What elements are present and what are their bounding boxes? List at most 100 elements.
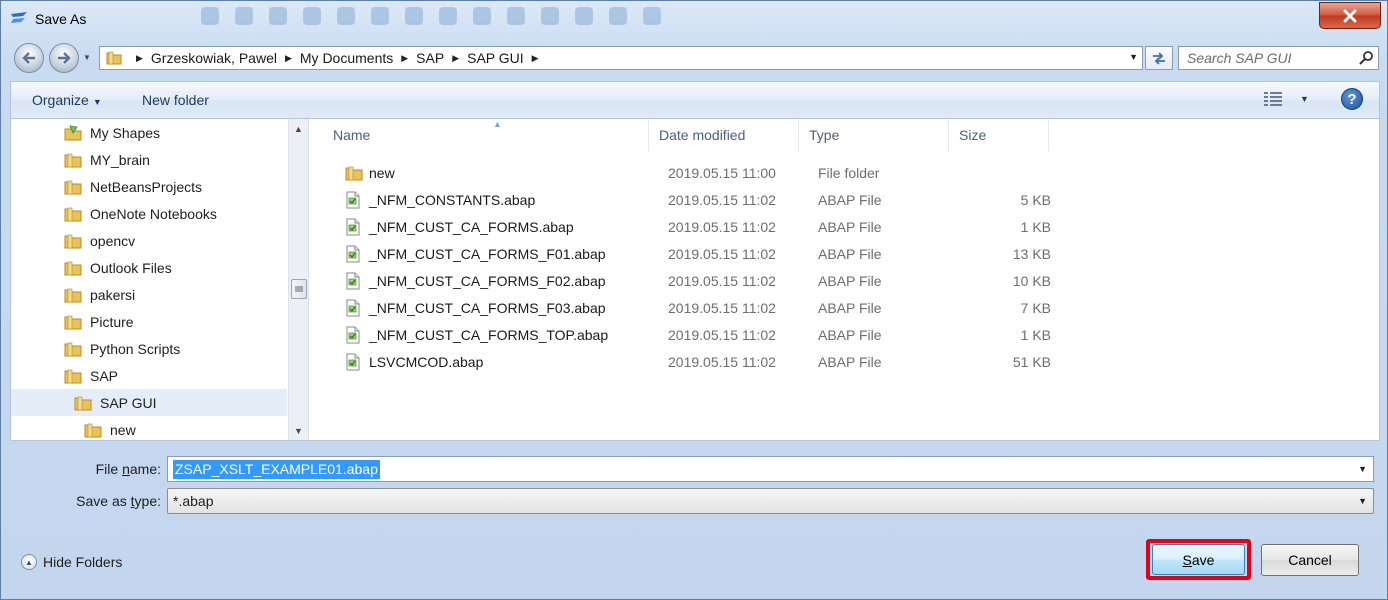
chevron-up-icon: ▲ <box>21 554 37 570</box>
nav-tree-item[interactable]: SAP GUI <box>11 389 287 416</box>
details-view-icon <box>1264 92 1282 106</box>
save-button[interactable]: Save <box>1152 544 1245 575</box>
folder-icon <box>64 288 82 302</box>
save-as-type-label: Save as type: <box>76 493 161 509</box>
folder-icon <box>64 234 82 248</box>
organize-button[interactable]: Organize ▼ <box>32 92 102 108</box>
search-box[interactable] <box>1178 46 1379 70</box>
address-dropdown-icon[interactable]: ▼ <box>1129 52 1138 62</box>
nav-tree-item[interactable]: NetBeansProjects <box>11 173 287 200</box>
scroll-down-icon[interactable]: ▼ <box>294 426 303 436</box>
breadcrumb-item[interactable]: Grzeskowiak, Pawel ▶ <box>151 50 300 66</box>
nav-tree-item[interactable]: OneNote Notebooks <box>11 200 287 227</box>
file-date: 2019.05.15 11:02 <box>668 192 776 208</box>
save-as-type-dropdown-icon[interactable]: ▼ <box>1358 496 1367 506</box>
nav-tree-label: pakersi <box>90 286 136 303</box>
back-button[interactable] <box>14 43 44 73</box>
address-bar[interactable]: ▶ Grzeskowiak, Pawel ▶ My Documents ▶ SAP ▶… <box>99 46 1143 70</box>
breadcrumb-item[interactable]: SAP ▶ <box>416 50 467 66</box>
abap-file-icon <box>346 191 360 209</box>
view-options-chevron-icon: ▼ <box>1300 94 1309 104</box>
abap-file-icon <box>346 299 360 317</box>
breadcrumb-chevron-icon[interactable]: ▶ <box>136 53 143 64</box>
nav-tree-label: Python Scripts <box>90 340 181 357</box>
close-button[interactable] <box>1319 2 1381 29</box>
folder-icon <box>64 369 82 383</box>
file-type: ABAP File <box>818 246 882 262</box>
nav-tree-item[interactable]: opencv <box>11 227 287 254</box>
nav-tree-item[interactable]: Python Scripts <box>11 335 287 362</box>
close-icon <box>1343 9 1357 22</box>
sort-ascending-icon: ▲ <box>493 119 502 129</box>
scroll-up-icon[interactable]: ▲ <box>294 124 303 134</box>
grip-icon <box>295 286 303 292</box>
file-row[interactable]: _NFM_CUST_CA_FORMS_F02.abap 2019.05.15 11… <box>333 268 1053 295</box>
nav-tree-label: NetBeansProjects <box>90 178 203 195</box>
file-row[interactable]: _NFM_CONSTANTS.abap 2019.05.15 11:02 ABAP … <box>333 187 1053 214</box>
nav-tree-label: SAP GUI <box>100 394 157 411</box>
column-header-date[interactable]: Date modified <box>649 119 799 151</box>
folder-icon <box>106 51 122 65</box>
background-toolbar <box>201 7 661 33</box>
file-row[interactable]: new 2019.05.15 11:00 File folder <box>333 160 1053 187</box>
nav-tree-item[interactable]: new <box>11 416 287 440</box>
cancel-button[interactable]: Cancel <box>1261 544 1359 576</box>
hide-folders-toggle[interactable]: ▲ Hide Folders <box>21 554 122 570</box>
file-type: ABAP File <box>818 300 882 316</box>
column-header-name[interactable]: Name <box>323 119 649 151</box>
scroll-thumb[interactable] <box>291 279 307 299</box>
file-type: ABAP File <box>818 273 882 289</box>
new-folder-button[interactable]: New folder <box>142 92 209 108</box>
nav-tree-label: OneNote Notebooks <box>90 205 217 222</box>
forward-button[interactable] <box>49 43 79 73</box>
file-list: Name ▲ Date modified Type Size new 2019.0… <box>323 119 1381 440</box>
nav-scrollbar[interactable]: ▲ ▼ <box>288 119 308 440</box>
change-view-button[interactable]: ▼ <box>1264 91 1309 107</box>
file-name: _NFM_CUST_CA_FORMS_TOP.abap <box>369 327 609 343</box>
nav-tree-item[interactable]: MY_brain <box>11 146 287 173</box>
help-button[interactable]: ? <box>1341 88 1363 110</box>
file-row[interactable]: _NFM_CUST_CA_FORMS_TOP.abap 2019.05.15 11… <box>333 322 1053 349</box>
file-date: 2019.05.15 11:02 <box>668 219 776 235</box>
column-header-size[interactable]: Size <box>949 119 1049 151</box>
search-input[interactable] <box>1179 47 1354 69</box>
file-name: _NFM_CUST_CA_FORMS.abap <box>369 219 574 235</box>
search-icon[interactable] <box>1358 50 1374 66</box>
file-row[interactable]: LSVCMCOD.abap 2019.05.15 11:02 ABAP File 51… <box>333 349 1053 376</box>
sap-logo-icon <box>11 12 27 23</box>
nav-tree-item[interactable]: Outlook Files <box>11 254 287 281</box>
column-header-type[interactable]: Type <box>799 119 949 151</box>
folder-icon <box>64 207 82 221</box>
recent-pages-chevron-icon[interactable]: ▼ <box>83 53 91 62</box>
forward-arrow-icon <box>58 52 71 64</box>
file-date: 2019.05.15 11:00 <box>668 165 776 181</box>
file-row[interactable]: _NFM_CUST_CA_FORMS.abap 2019.05.15 11:02 A… <box>333 214 1053 241</box>
file-size: 13 KB <box>1012 246 1051 262</box>
breadcrumb-item[interactable]: My Documents ▶ <box>300 50 416 66</box>
file-size: 5 KB <box>1020 192 1051 208</box>
file-date: 2019.05.15 11:02 <box>668 300 776 316</box>
nav-tree-item[interactable]: SAP <box>11 362 287 389</box>
shapes-folder-icon <box>64 125 82 140</box>
nav-tree-item[interactable]: pakersi <box>11 281 287 308</box>
refresh-icon <box>1153 52 1165 65</box>
file-row[interactable]: _NFM_CUST_CA_FORMS_F01.abap 2019.05.15 11… <box>333 241 1053 268</box>
file-name-input[interactable]: ZSAP_XSLT_EXAMPLE01.abap <box>173 460 380 479</box>
file-name: _NFM_CUST_CA_FORMS_F02.abap <box>369 273 606 289</box>
nav-tree-label: SAP <box>90 367 119 384</box>
nav-tree-item[interactable]: Picture <box>11 308 287 335</box>
abap-file-icon <box>346 326 360 344</box>
file-name-combobox[interactable]: ZSAP_XSLT_EXAMPLE01.abap ▼ <box>167 456 1374 482</box>
file-name-dropdown-icon[interactable]: ▼ <box>1358 464 1367 474</box>
breadcrumb-item[interactable]: SAP GUI ▶ <box>467 50 546 66</box>
nav-tree-label: MY_brain <box>90 151 150 168</box>
nav-tree-item[interactable]: My Shapes <box>11 119 287 146</box>
file-date: 2019.05.15 11:02 <box>668 327 776 343</box>
abap-file-icon <box>346 353 360 371</box>
file-name: new <box>369 165 395 181</box>
file-row[interactable]: _NFM_CUST_CA_FORMS_F03.abap 2019.05.15 11… <box>333 295 1053 322</box>
save-as-type-select[interactable]: *.abap ▼ <box>167 488 1374 514</box>
file-size: 1 KB <box>1020 327 1051 343</box>
folder-icon <box>64 342 82 356</box>
refresh-button[interactable] <box>1145 46 1173 70</box>
